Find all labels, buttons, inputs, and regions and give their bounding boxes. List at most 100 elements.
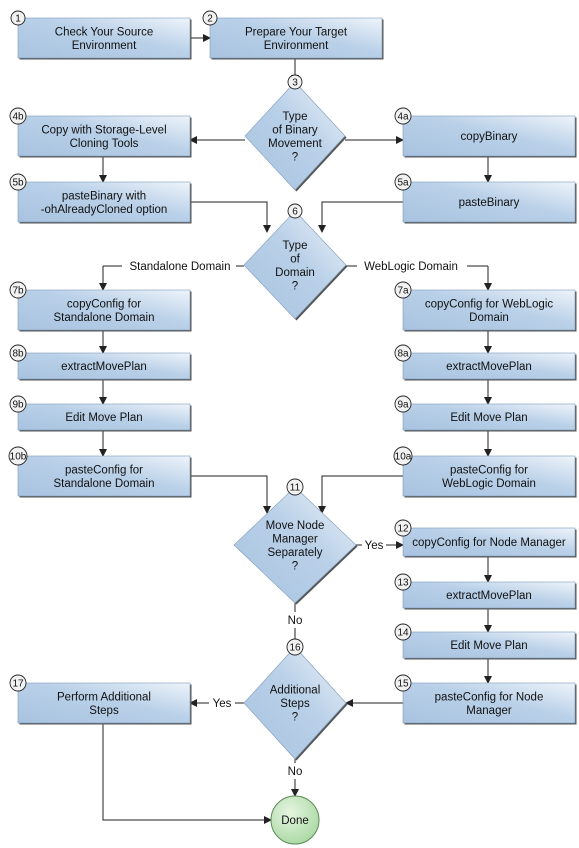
node-label-line: Separately	[268, 547, 323, 559]
step-number: 8b	[12, 349, 24, 360]
node-label-line: Perform Additional	[57, 691, 151, 703]
step-number-badge: 10a	[393, 446, 413, 466]
step-number-badge: 8a	[394, 344, 412, 362]
node-label-line: Type	[283, 240, 308, 252]
node-label-line: Manager	[272, 533, 318, 545]
node-label-line: Movement	[268, 138, 322, 150]
step-number: 11	[290, 483, 301, 494]
node-label-line: Additional	[270, 685, 321, 697]
node-n16: AdditionalSteps? 16	[243, 638, 348, 761]
node-label-line: Edit Move Plan	[65, 412, 142, 424]
step-number: 3	[292, 78, 298, 89]
step-number: 4a	[397, 112, 409, 123]
node-label-line: Move Node	[266, 520, 325, 532]
connector-arrow	[318, 201, 403, 233]
node-label-line: Copy with Storage-Level	[41, 124, 166, 136]
node-n13: extractMovePlan 13	[394, 573, 577, 610]
node-label-line: extractMovePlan	[446, 590, 532, 602]
node-label-line: ?	[292, 712, 298, 724]
step-number: 5b	[12, 178, 24, 189]
step-number: 12	[397, 524, 409, 535]
node-n15: pasteConfig for Node Manager 15	[394, 674, 577, 725]
node-label-line: extractMovePlan	[61, 361, 147, 373]
node-label-line: copyConfig for	[67, 298, 141, 310]
step-number: 4b	[12, 112, 24, 123]
step-number-badge: 7a	[394, 281, 412, 299]
node-n4b: Copy with Storage-Level Cloning Tools 4b	[9, 107, 192, 158]
node-n10b: pasteConfig for Standalone Domain 10b	[8, 446, 192, 498]
node-label-line: Standalone Domain	[53, 312, 154, 324]
step-number-badge: 2	[202, 10, 218, 26]
connector-arrow	[318, 475, 403, 514]
step-number-badge: 10b	[8, 446, 28, 466]
node-label-line: pasteConfig for	[65, 464, 143, 476]
step-number: 6	[292, 207, 298, 218]
node-label-line: pasteBinary with	[62, 190, 146, 202]
node-n8b: extractMovePlan 8b	[9, 344, 192, 381]
step-number-badge: 13	[394, 573, 412, 591]
step-number: 7b	[12, 286, 24, 297]
step-number-badge: 7b	[9, 281, 27, 299]
node-label-line: ?	[292, 151, 298, 163]
node-label-line: Domain	[469, 312, 509, 324]
node-n12: copyConfig for Node Manager12	[394, 519, 577, 558]
edge-label-yes-16: Yes	[213, 698, 232, 710]
node-label-line: Domain	[275, 267, 315, 279]
step-number-badge: 5a	[394, 173, 412, 191]
step-number-badge: 4b	[9, 107, 27, 125]
node-n5b: pasteBinary with -ohAlreadyCloned option 5…	[9, 173, 192, 224]
edge-label-yes-11: Yes	[365, 540, 384, 552]
step-number-badge: 17	[9, 674, 27, 692]
step-number-badge: 5b	[9, 173, 27, 191]
step-number-badge: 15	[394, 674, 412, 692]
step-number: 5a	[397, 178, 409, 189]
step-number: 14	[397, 628, 409, 639]
node-n17: Perform Additional Steps 17	[9, 674, 192, 725]
node-label-line: -ohAlreadyCloned option	[41, 204, 168, 216]
step-number-badge: 9b	[9, 395, 27, 413]
step-number: 10a	[395, 452, 412, 463]
node-label-line: WebLogic Domain	[442, 478, 536, 490]
flowchart-canvas: Check Your Source Environment 1 Prepare You…	[8, 10, 577, 845]
node-label-line: copyBinary	[461, 131, 518, 143]
node-label-line: pasteConfig for Node	[435, 691, 544, 703]
node-label-line: Environment	[72, 40, 137, 52]
node-label-line: Environment	[264, 40, 329, 52]
step-number-badge: 4a	[394, 107, 412, 125]
node-label-line: Standalone Domain	[53, 478, 154, 490]
node-done: Done	[270, 795, 320, 845]
step-number: 2	[207, 14, 213, 25]
step-number: 13	[397, 578, 409, 589]
node-n3: Typeof Binary Movement? 3	[244, 74, 347, 192]
node-n7a: copyConfig for WebLogic Domain 7a	[394, 281, 577, 332]
step-number-badge: 12	[394, 519, 412, 537]
node-n8a: extractMovePlan 8a	[394, 344, 577, 381]
edge-label-weblogic: WebLogic Domain	[364, 261, 458, 273]
node-label-line: extractMovePlan	[446, 361, 532, 373]
nodes: Check Your Source Environment 1 Prepare You…	[8, 10, 577, 845]
node-label-line: pasteBinary	[459, 197, 520, 209]
step-number: 15	[397, 679, 409, 690]
flowchart: Check Your Source Environment 1 Prepare You…	[0, 0, 579, 848]
node-label-line: Check Your Source	[55, 26, 153, 38]
step-number-badge: 9a	[394, 395, 412, 413]
connector-arrow	[102, 723, 272, 824]
step-number: 1	[15, 14, 21, 25]
node-label-line: ?	[292, 280, 298, 292]
step-number: 7a	[397, 286, 409, 297]
node-n10a: pasteConfig for WebLogic Domain 10a	[393, 446, 577, 498]
node-label-line: of Binary	[272, 124, 318, 136]
node-label-line: Type	[283, 111, 308, 123]
step-number: 10b	[10, 452, 27, 463]
connector-arrow	[190, 475, 271, 514]
node-label-line: of	[290, 253, 300, 265]
step-number-badge: 11	[286, 478, 304, 496]
step-number: 16	[289, 643, 301, 654]
node-n7b: copyConfig for Standalone Domain 7b	[9, 281, 192, 332]
step-number-badge: 16	[286, 638, 304, 656]
node-n4a: copyBinary 4a	[394, 107, 577, 158]
node-label-line: Steps	[280, 698, 310, 710]
step-number: 17	[12, 679, 24, 690]
node-label-line: copyConfig for Node Manager	[412, 537, 566, 549]
node-label-line: Done	[281, 815, 309, 827]
